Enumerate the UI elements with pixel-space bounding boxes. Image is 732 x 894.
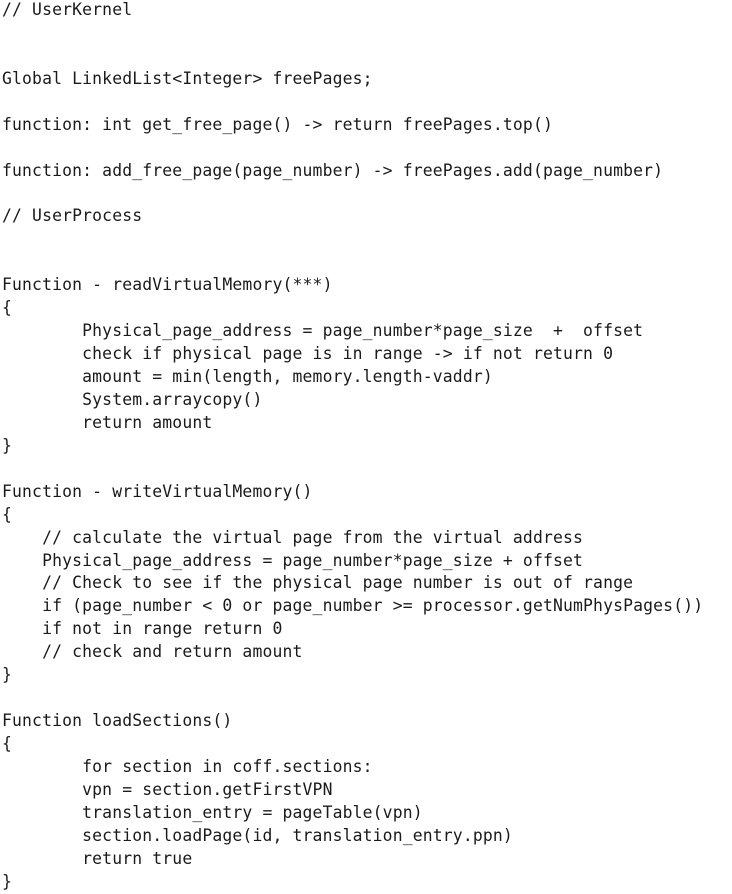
code-line: vpn = section.getFirstVPN	[2, 779, 333, 799]
code-line: Physical_page_address = page_number*page…	[2, 321, 644, 341]
code-line: // calculate the virtual page from the v…	[2, 527, 584, 547]
code-line: for section in coff.sections:	[2, 756, 373, 776]
code-line: // UserProcess	[2, 206, 143, 226]
code-line: {	[2, 504, 13, 524]
code-line: function: int get_free_page() -> return …	[2, 114, 553, 134]
code-document: // UserKernel Global LinkedList<Integer> …	[2, 0, 703, 894]
code-line: Global LinkedList<Integer> freePages;	[2, 68, 373, 88]
code-line: if (page_number < 0 or page_number >= pr…	[2, 596, 704, 616]
code-line: Physical_page_address = page_number*page…	[2, 550, 584, 570]
code-line: {	[2, 298, 13, 318]
code-line: check if physical page is in range -> if…	[2, 344, 614, 364]
code-line: section.loadPage(id, translation_entry.p…	[2, 825, 513, 845]
code-line: System.arraycopy()	[2, 389, 263, 409]
code-line: // Check to see if the physical page num…	[2, 573, 634, 593]
code-line: return amount	[2, 412, 213, 432]
code-line: if not in range return 0	[2, 619, 283, 639]
code-line: // UserKernel	[2, 0, 133, 19]
code-line: Function loadSections()	[2, 711, 233, 731]
code-line: }	[2, 435, 13, 455]
code-line: }	[2, 665, 13, 685]
code-line: amount = min(length, memory.length-vaddr…	[2, 367, 493, 386]
code-line: // check and return amount	[2, 642, 303, 662]
code-line: Function - writeVirtualMemory()	[2, 481, 313, 501]
code-line: }	[2, 871, 13, 891]
code-line: {	[2, 734, 13, 753]
code-line: return true	[2, 848, 193, 868]
code-line: translation_entry = pageTable(vpn)	[2, 802, 423, 822]
code-line: function: add_free_page(page_number) -> …	[2, 160, 664, 180]
code-line: Function - readVirtualMemory(***)	[2, 275, 333, 295]
